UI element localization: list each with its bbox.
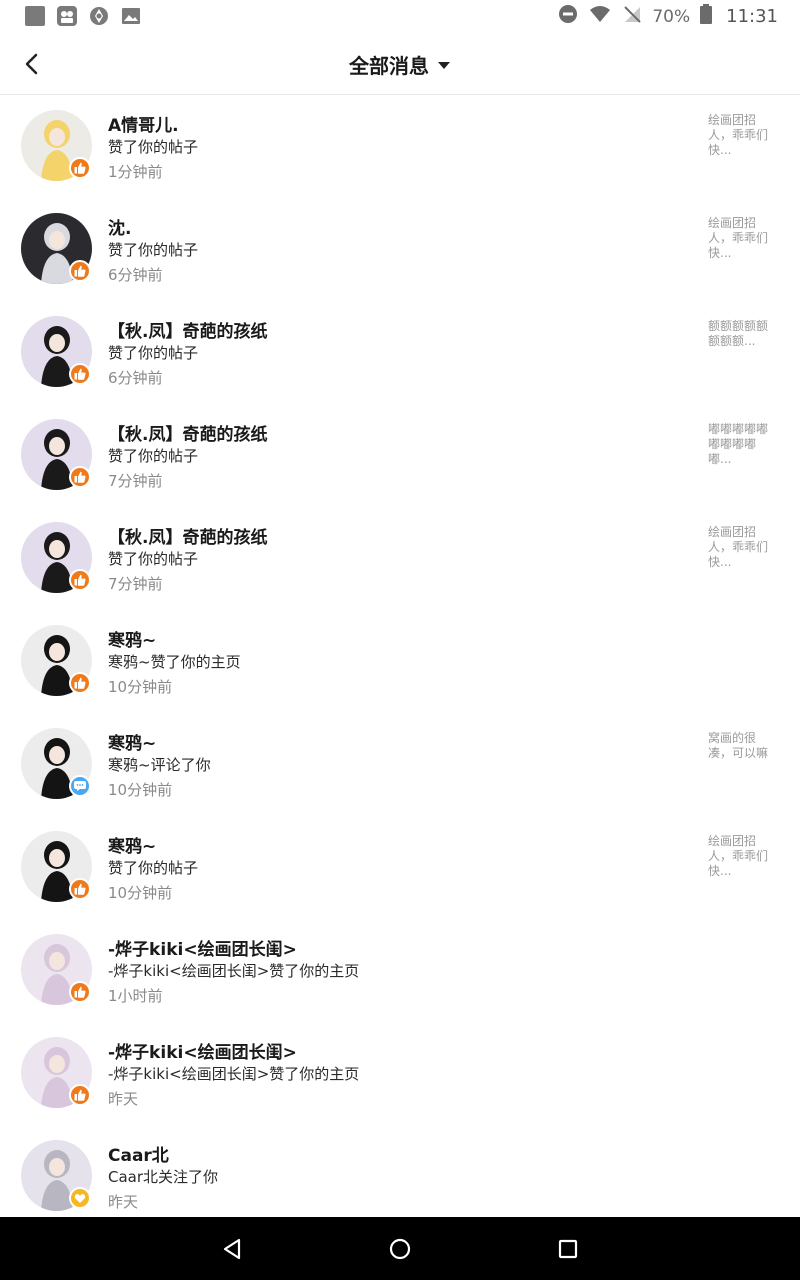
sender-name[interactable]: A情哥儿. — [108, 111, 179, 136]
navigation-bar — [0, 1217, 800, 1280]
app-notification-icon — [24, 5, 46, 27]
sender-name[interactable]: 【秋.凤】奇葩的孩纸 — [108, 317, 267, 342]
message-action: -烨子kiki<绘画团长闺>赞了你的主页 — [108, 1065, 360, 1083]
message-time: 6分钟前 — [108, 266, 163, 284]
message-time: 7分钟前 — [108, 472, 163, 490]
message-time: 6分钟前 — [108, 369, 163, 387]
message-action: 赞了你的帖子 — [108, 447, 199, 465]
comment-icon — [69, 775, 91, 797]
message-time: 10分钟前 — [108, 678, 173, 696]
no-signal-icon — [622, 4, 642, 29]
image-notification-icon — [120, 5, 142, 27]
like-icon — [69, 878, 91, 900]
battery-icon — [700, 4, 713, 29]
battery-percentage: 70% — [652, 6, 691, 27]
nav-recents-square-icon — [558, 1239, 578, 1259]
message-action: 赞了你的帖子 — [108, 859, 199, 877]
status-bar: 70% 11:31 — [0, 0, 800, 34]
page-title: 全部消息 — [349, 54, 429, 78]
message-time: 昨天 — [108, 1090, 139, 1108]
post-preview[interactable]: 额额额额额额额额... — [708, 319, 776, 349]
sender-name[interactable]: 寒鸦~ — [108, 832, 156, 857]
message-item[interactable]: 【秋.凤】奇葩的孩纸赞了你的帖子 7分钟前 嘟嘟嘟嘟嘟嘟嘟嘟嘟嘟... — [0, 405, 800, 508]
post-preview[interactable]: 绘画团招人，乖乖们快... — [708, 525, 776, 570]
message-action: 赞了你的帖子 — [108, 344, 199, 362]
do-not-disturb-icon — [558, 4, 578, 29]
post-preview[interactable]: 绘画团招人，乖乖们快... — [708, 113, 776, 158]
nav-home-circle-icon — [389, 1238, 411, 1260]
message-time: 1分钟前 — [108, 163, 163, 181]
post-preview[interactable]: 窝画的很凑，可以嘛 — [708, 731, 776, 761]
message-item[interactable]: -烨子kiki<绘画团长闺> -烨子kiki<绘画团长闺>赞了你的主页 昨天 — [0, 1023, 800, 1126]
like-icon — [69, 260, 91, 282]
sender-name[interactable]: 寒鸦~ — [108, 729, 156, 754]
message-action: 寒鸦~评论了你 — [108, 756, 211, 774]
nav-home-button[interactable] — [386, 1235, 414, 1263]
message-list: A情哥儿. 赞了你的帖子 1分钟前 绘画团招人，乖乖们快... 沈. 赞了你的帖子 6分钟前… — [0, 96, 800, 1229]
like-icon — [69, 569, 91, 591]
like-icon — [69, 466, 91, 488]
shutter-notification-icon — [88, 5, 110, 27]
message-time: 昨天 — [108, 1193, 139, 1211]
nav-recents-button[interactable] — [554, 1235, 582, 1263]
nav-back-button[interactable] — [218, 1235, 246, 1263]
header: 全部消息 — [0, 34, 800, 95]
message-action: 赞了你的帖子 — [108, 550, 199, 568]
nav-back-triangle-icon — [223, 1238, 241, 1260]
message-item[interactable]: 寒鸦~ 赞了你的帖子 10分钟前 绘画团招人，乖乖们快... — [0, 817, 800, 920]
message-action: 寒鸦~赞了你的主页 — [108, 653, 241, 671]
message-item[interactable]: 【秋.凤】奇葩的孩纸赞了你的帖子 7分钟前 绘画团招人，乖乖们快... — [0, 508, 800, 611]
message-action: 赞了你的帖子 — [108, 241, 199, 259]
like-icon — [69, 981, 91, 1003]
clock: 11:31 — [726, 6, 778, 27]
message-action: -烨子kiki<绘画团长闺>赞了你的主页 — [108, 962, 360, 980]
message-item[interactable]: 【秋.凤】奇葩的孩纸赞了你的帖子 6分钟前 额额额额额额额额... — [0, 302, 800, 405]
post-preview[interactable]: 绘画团招人，乖乖们快... — [708, 834, 776, 879]
message-item[interactable]: 寒鸦~ 寒鸦~赞了你的主页 10分钟前 — [0, 611, 800, 714]
post-preview[interactable]: 绘画团招人，乖乖们快... — [708, 216, 776, 261]
sender-name[interactable]: 【秋.凤】奇葩的孩纸 — [108, 420, 267, 445]
message-time: 10分钟前 — [108, 884, 173, 902]
like-icon — [69, 1084, 91, 1106]
message-item[interactable]: Caar北 Caar北关注了你 昨天 — [0, 1126, 800, 1229]
like-icon — [69, 157, 91, 179]
message-item[interactable]: 沈. 赞了你的帖子 6分钟前 绘画团招人，乖乖们快... — [0, 199, 800, 302]
camera-notification-icon — [56, 5, 78, 27]
message-time: 10分钟前 — [108, 781, 173, 799]
message-item[interactable]: 寒鸦~ 寒鸦~评论了你 10分钟前 窝画的很凑，可以嘛 — [0, 714, 800, 817]
post-preview[interactable]: 嘟嘟嘟嘟嘟嘟嘟嘟嘟嘟... — [708, 422, 776, 467]
sender-name[interactable]: -烨子kiki<绘画团长闺> — [108, 935, 297, 960]
sender-name[interactable]: 【秋.凤】奇葩的孩纸 — [108, 523, 267, 548]
sender-name[interactable]: -烨子kiki<绘画团长闺> — [108, 1038, 297, 1063]
message-filter-dropdown[interactable]: 全部消息 — [0, 50, 800, 79]
message-action: 赞了你的帖子 — [108, 138, 199, 156]
follow-icon — [69, 1187, 91, 1209]
message-item[interactable]: -烨子kiki<绘画团长闺> -烨子kiki<绘画团长闺>赞了你的主页 1小时前 — [0, 920, 800, 1023]
like-icon — [69, 672, 91, 694]
message-action: Caar北关注了你 — [108, 1168, 219, 1186]
message-time: 1小时前 — [108, 987, 163, 1005]
sender-name[interactable]: 沈. — [108, 214, 131, 239]
like-icon — [69, 363, 91, 385]
sender-name[interactable]: 寒鸦~ — [108, 626, 156, 651]
message-item[interactable]: A情哥儿. 赞了你的帖子 1分钟前 绘画团招人，乖乖们快... — [0, 96, 800, 199]
message-time: 7分钟前 — [108, 575, 163, 593]
wifi-icon — [588, 4, 612, 29]
sender-name[interactable]: Caar北 — [108, 1141, 169, 1166]
dropdown-triangle-icon — [438, 61, 450, 69]
